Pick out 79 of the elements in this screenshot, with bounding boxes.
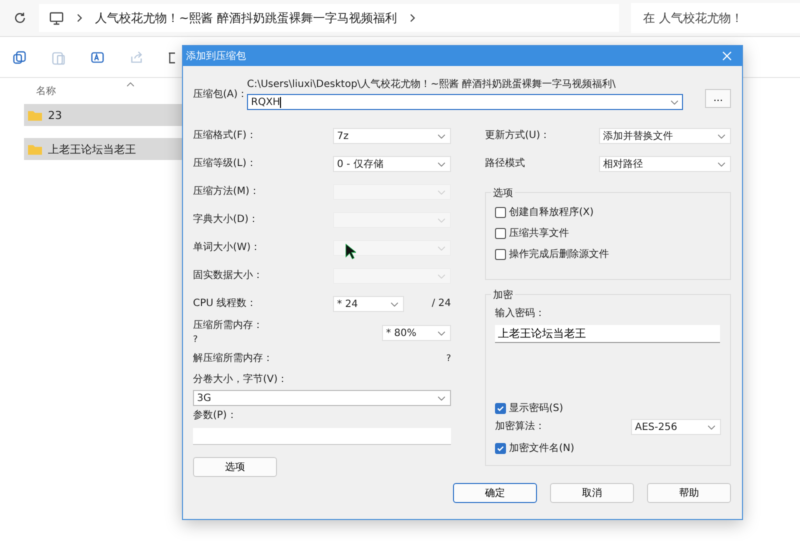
file-name: 23	[48, 108, 62, 122]
checkbox-label: 显示密码(S)	[509, 402, 564, 415]
group-title: 选项	[491, 186, 515, 200]
dropdown[interactable]: 相对路径	[599, 156, 731, 172]
options-button[interactable]: 选项	[193, 457, 277, 477]
field-label: 固实数据大小：	[193, 269, 264, 283]
field-label: 加密算法：	[495, 420, 545, 434]
chevron-icon[interactable]	[408, 13, 416, 23]
field-label: 参数(P)：	[193, 409, 238, 423]
mouse-pointer-icon	[345, 243, 356, 260]
archive-label: 压缩包(A)：	[193, 88, 243, 102]
chevron-down-icon	[707, 424, 716, 430]
field-label: 路径模式	[485, 157, 526, 171]
chevron-icon[interactable]	[76, 13, 83, 23]
chevron-down-icon	[437, 396, 446, 400]
chevron-down-icon	[437, 190, 446, 194]
memory-value: ?	[193, 334, 199, 347]
checkbox[interactable]	[495, 228, 506, 238]
chevron-down-icon	[437, 274, 446, 278]
dropdown[interactable]: 3G	[193, 390, 451, 406]
monitor-icon[interactable]	[49, 10, 64, 26]
checkbox-label: 压缩共享文件	[509, 226, 569, 240]
checkbox[interactable]	[495, 442, 506, 454]
dropdown[interactable]: 添加并替换文件	[599, 128, 731, 144]
search-field[interactable]: 在 人气校花尤物！	[631, 3, 800, 33]
field-label: 分卷大小，字节(V)：	[193, 373, 289, 387]
folder-icon	[28, 144, 42, 154]
file-row[interactable]: 上老王论坛当老王	[24, 138, 184, 160]
rename-icon[interactable]	[90, 50, 105, 64]
field-label: 更新方式(U)：	[485, 129, 552, 143]
field-label: 字典大小(D)：	[193, 213, 260, 227]
dialog-button[interactable]: 帮助	[647, 483, 731, 503]
file-name: 上老王论坛当老王	[48, 142, 136, 156]
copy-icon[interactable]	[12, 50, 27, 64]
field-label: 输入密码：	[495, 307, 546, 321]
field-label: 压缩所需内存：	[193, 319, 263, 333]
archive-name-combo[interactable]: RQXH	[247, 94, 684, 110]
chevron-down-icon	[437, 218, 446, 222]
dialog-button[interactable]: 确定	[453, 483, 537, 503]
field-label: 单词大小(W)：	[193, 241, 262, 255]
file-row[interactable]: 23	[24, 104, 184, 126]
chevron-down-icon	[390, 302, 399, 306]
field-label: CPU 线程数：	[193, 297, 258, 311]
input-field[interactable]	[193, 428, 451, 445]
field-label: 解压缩所需内存：	[193, 352, 273, 366]
dropdown[interactable]: * 80%	[382, 325, 451, 341]
memory-value: ?	[446, 353, 451, 366]
chevron-down-icon	[437, 246, 446, 250]
dropdown[interactable]: * 24	[333, 296, 404, 312]
dropdown[interactable]: AES-256	[631, 419, 721, 435]
browse-button[interactable]: ...	[705, 89, 731, 108]
field-label: 压缩格式(F)：	[193, 129, 258, 143]
dialog-title: 添加到压缩包	[186, 50, 246, 63]
chevron-down-icon	[437, 330, 446, 336]
checkbox[interactable]	[495, 206, 506, 218]
thread-max: / 24	[432, 297, 451, 311]
checkbox-label: 创建自释放程序(X)	[509, 206, 594, 219]
chevron-down-icon	[437, 162, 446, 166]
field-label: 压缩方法(M)：	[193, 185, 260, 199]
checkbox[interactable]	[495, 402, 506, 414]
checkbox-label: 操作完成后删除源文件	[509, 248, 609, 261]
chevron-down-icon	[670, 100, 680, 104]
sort-caret-icon	[126, 82, 135, 87]
column-header[interactable]: 名称	[36, 84, 56, 98]
dialog-button[interactable]: 取消	[550, 483, 634, 503]
chevron-down-icon	[437, 134, 446, 138]
folder-icon	[28, 110, 42, 120]
checkbox-label: 加密文件名(N)	[509, 442, 574, 455]
checkbox[interactable]	[495, 248, 506, 260]
chevron-down-icon	[717, 162, 726, 166]
chevron-down-icon	[717, 134, 726, 138]
close-icon[interactable]	[722, 51, 732, 61]
dropdown[interactable]: 7z	[333, 128, 451, 144]
dropdown[interactable]: 0 - 仅存储	[333, 156, 451, 172]
group-title: 加密	[491, 288, 515, 302]
refresh-icon[interactable]	[13, 11, 27, 25]
archive-path: C:\Users\liuxi\Desktop\人气校花尤物！~熙酱 醉酒抖奶跳蛋裸舞一字马视频福利\	[247, 78, 617, 92]
password-field[interactable]: 上老王论坛当老王	[495, 325, 720, 343]
field-label: 压缩等级(L)：	[193, 157, 258, 171]
